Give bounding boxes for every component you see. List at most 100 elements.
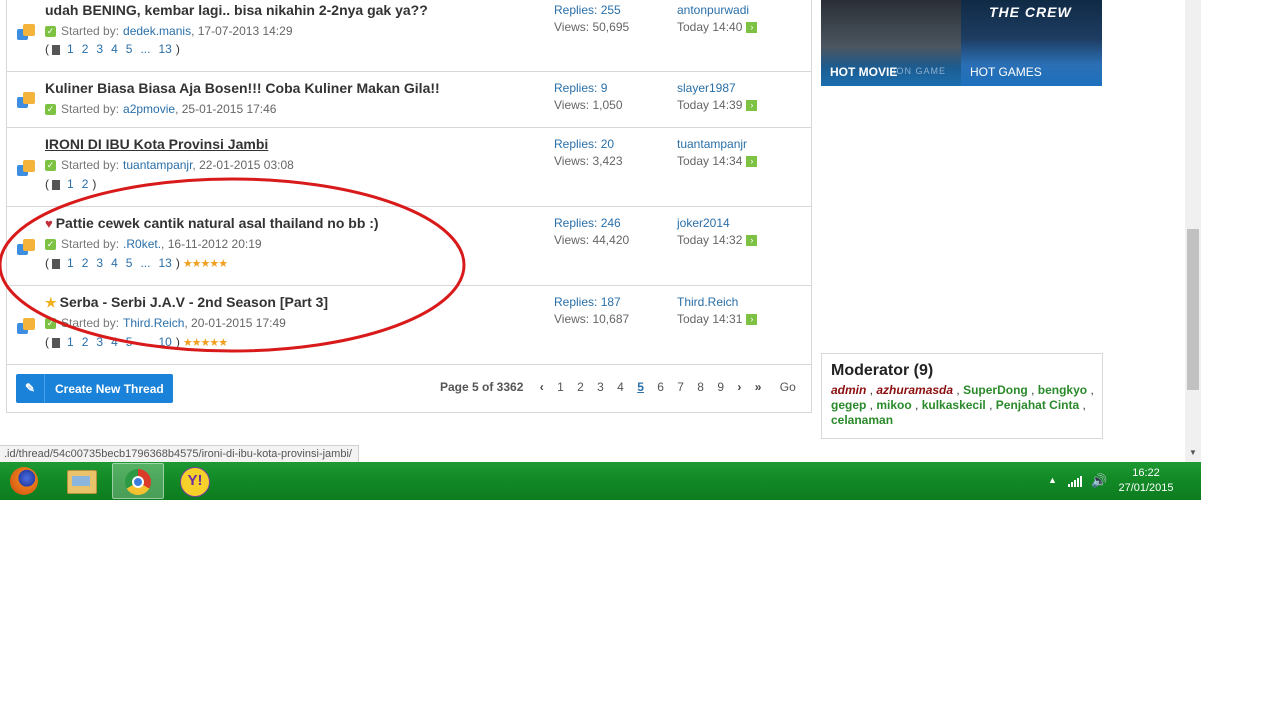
go-to-last-post-icon[interactable]: › — [746, 314, 758, 326]
taskbar-yahoo-messenger[interactable]: Y! — [168, 463, 220, 499]
yahoo-messenger-icon: Y! — [180, 467, 210, 497]
thread-started-by: ✓ Started by: dedek.manis, 17-07-2013 14:2… — [45, 24, 293, 38]
thread-title[interactable]: IRONI DI IBU Kota Provinsi Jambi — [45, 136, 268, 152]
taskbar: Y! ▲ 🔊 16:22 27/01/2015 — [0, 462, 1201, 500]
go-to-last-post-icon[interactable]: › — [746, 156, 758, 168]
moderator-link[interactable]: SuperDong — [963, 383, 1028, 397]
show-hidden-icons-icon[interactable]: ▲ — [1048, 475, 1057, 485]
thread-page-link[interactable]: 2 — [82, 42, 89, 56]
chrome-icon — [125, 469, 151, 495]
thread-date: , 17-07-2013 14:29 — [191, 24, 293, 38]
moderator-box: Moderator (9) admin , azhuramasda , Supe… — [821, 353, 1103, 439]
last-post-user[interactable]: joker2014 — [677, 215, 757, 232]
page-info: Page 5 of 3362 — [440, 380, 524, 394]
moderator-title: Moderator (9) — [831, 362, 934, 379]
go-to-last-post-icon[interactable]: › — [746, 235, 758, 247]
network-icon[interactable] — [1068, 475, 1082, 487]
thread-page-link[interactable]: 5 — [126, 42, 133, 56]
volume-icon[interactable]: 🔊 — [1091, 473, 1107, 489]
hot-movie-label[interactable]: HOT MOVIE — [830, 65, 897, 79]
vertical-scrollbar[interactable]: ▼ — [1185, 0, 1201, 462]
current-page[interactable]: 5 — [637, 380, 644, 394]
thread-page-link[interactable]: 1 — [67, 42, 74, 56]
page-link[interactable]: 9 — [717, 380, 724, 394]
last-post: joker2014 Today 14:32 › — [677, 215, 758, 249]
chevron-left-icon[interactable]: ‹ — [540, 380, 544, 394]
thread-page-ellipsis: ... — [140, 42, 151, 56]
views-count: Views: 44,420 — [554, 233, 630, 247]
last-post-user[interactable]: slayer1987 — [677, 80, 757, 97]
replies-count[interactable]: Replies: 20 — [554, 136, 623, 153]
thread-stats: Replies: 20 Views: 3,423 — [554, 136, 623, 170]
page-link[interactable]: 6 — [657, 380, 664, 394]
replies-count[interactable]: Replies: 187 — [554, 294, 629, 311]
last-post-time: Today 14:39 — [677, 98, 743, 112]
moderator-link[interactable]: Penjahat Cinta — [996, 398, 1079, 412]
status-url: .id/thread/54c00735becb1796368b4575/iron… — [0, 445, 359, 462]
thread-date: , 25-01-2015 17:46 — [175, 102, 277, 116]
started-by-label: Started by: — [61, 102, 120, 116]
taskbar-chrome[interactable] — [112, 463, 164, 499]
thread-author[interactable]: a2pmovie — [123, 102, 175, 116]
scrollbar-thumb[interactable] — [1187, 229, 1199, 390]
thread-status-icon — [17, 92, 35, 108]
thread-pages: (1 2 3 4 5... 13) — [45, 42, 180, 56]
scroll-down-arrow-icon[interactable]: ▼ — [1189, 448, 1197, 457]
last-post-time: Today 14:34 — [677, 154, 743, 168]
last-post: Third.Reich Today 14:31 › — [677, 294, 758, 328]
last-post-time: Today 14:40 — [677, 20, 743, 34]
taskbar-file-explorer[interactable] — [54, 463, 106, 499]
taskbar-firefox[interactable] — [0, 463, 52, 499]
thread-title[interactable]: udah BENING, kembar lagi.. bisa nikahin … — [45, 2, 428, 18]
hot-games-label[interactable]: HOT GAMES — [970, 65, 1042, 79]
page-link[interactable]: 2 — [577, 380, 584, 394]
page-link[interactable]: 3 — [597, 380, 604, 394]
moderator-link[interactable]: celanaman — [831, 413, 893, 427]
moderator-link[interactable]: admin — [831, 383, 866, 397]
thread-page-link[interactable]: 13 — [158, 42, 171, 56]
page-link[interactable]: 4 — [617, 380, 624, 394]
go-to-last-post-icon[interactable]: › — [746, 22, 758, 34]
thread-stats: Replies: 255 Views: 50,695 — [554, 2, 629, 36]
last-post-time: Today 14:31 — [677, 312, 743, 326]
go-to-last-post-icon[interactable]: › — [746, 100, 758, 112]
annotation-ellipse — [0, 177, 466, 353]
folder-icon — [67, 470, 97, 494]
replies-count[interactable]: Replies: 255 — [554, 2, 629, 19]
last-post-user[interactable]: antonpurwadi — [677, 2, 757, 19]
last-post-user[interactable]: tuantampanjr — [677, 136, 757, 153]
replies-count[interactable]: Replies: 9 — [554, 80, 623, 97]
moderator-link[interactable]: azhuramasda — [876, 383, 953, 397]
last-post-time: Today 14:32 — [677, 233, 743, 247]
replies-count[interactable]: Replies: 246 — [554, 215, 629, 232]
last-post-user[interactable]: Third.Reich — [677, 294, 757, 311]
last-post: antonpurwadi Today 14:40 › — [677, 2, 758, 36]
last-page-icon[interactable]: » — [755, 380, 762, 394]
thread-status-icon — [17, 24, 35, 40]
chevron-right-icon[interactable]: › — [737, 380, 741, 394]
thread-author[interactable]: dedek.manis — [123, 24, 191, 38]
moderator-link[interactable]: mikoo — [876, 398, 911, 412]
page-link[interactable]: 1 — [557, 380, 564, 394]
views-count: Views: 3,423 — [554, 154, 623, 168]
moderator-link[interactable]: gegep — [831, 398, 866, 412]
pagination: Page 5 of 3362 ‹ 1 2 3 4 5 6 7 8 9 › » G… — [440, 380, 796, 394]
started-by-label: Started by: — [61, 24, 120, 38]
create-new-thread-button[interactable]: ✎ Create New Thread — [16, 374, 173, 403]
go-button[interactable]: Go — [780, 380, 796, 394]
thread-page-link[interactable]: 3 — [96, 42, 103, 56]
moderator-link[interactable]: kulkaskecil — [922, 398, 986, 412]
page-link[interactable]: 8 — [697, 380, 704, 394]
thread-stats: Replies: 187 Views: 10,687 — [554, 294, 629, 328]
promo-banner[interactable]: THE CREW ION GAME HOT MOVIE HOT GAMES — [821, 0, 1102, 86]
page-link[interactable]: 7 — [677, 380, 684, 394]
create-new-thread-label: Create New Thread — [55, 382, 164, 396]
thread-page-link[interactable]: 4 — [111, 42, 118, 56]
game-title: THE CREW — [989, 4, 1072, 20]
clock[interactable]: 16:22 27/01/2015 — [1114, 466, 1178, 496]
last-post: tuantampanjr Today 14:34 › — [677, 136, 758, 170]
thread-list-footer: ✎ Create New Thread Page 5 of 3362 ‹ 1 2… — [6, 365, 812, 413]
document-icon — [52, 44, 60, 55]
thread-title[interactable]: Kuliner Biasa Biasa Aja Bosen!!! Coba Ku… — [45, 80, 440, 96]
moderator-link[interactable]: bengkyo — [1038, 383, 1087, 397]
